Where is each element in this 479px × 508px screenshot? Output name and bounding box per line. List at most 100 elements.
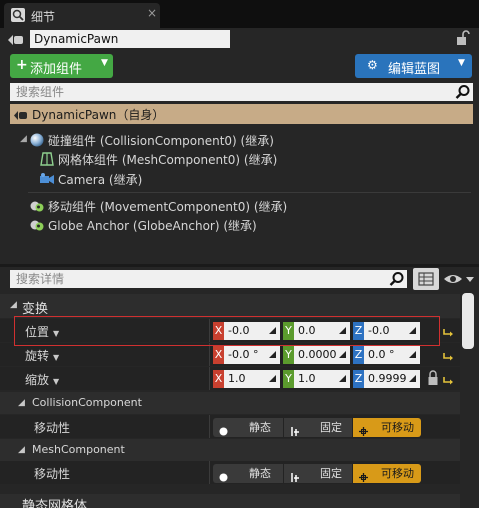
scale-label[interactable]: 缩放 ▼ <box>25 371 59 388</box>
tab-details[interactable]: 细节 × <box>4 3 160 28</box>
category-static-mesh[interactable]: 静态网格体 <box>0 494 460 508</box>
tree-root-label: DynamicPawn（自身） <box>32 108 165 122</box>
spin-icon <box>409 351 416 358</box>
column-divider[interactable] <box>209 415 210 438</box>
lock-icon[interactable] <box>456 30 470 46</box>
actor-name-input[interactable]: DynamicPawn <box>30 30 230 48</box>
axis-y-label: Y <box>283 346 294 364</box>
actor-name-row: DynamicPawn <box>0 28 479 50</box>
category-label: CollisionComponent <box>32 396 142 409</box>
axis-y-label: Y <box>283 370 294 388</box>
mobility-static-label: 静态 <box>249 421 271 434</box>
mobility-movable-label: 可移动 <box>381 467 414 480</box>
spin-icon <box>409 327 416 334</box>
rotation-x-field[interactable]: X -0.0 ° <box>213 346 283 364</box>
scale-y-field[interactable]: Y 1.0 <box>283 370 353 388</box>
search-components-placeholder: 搜索组件 <box>16 85 65 99</box>
edit-blueprint-label: 编辑蓝图 <box>388 62 441 77</box>
view-options-button[interactable] <box>442 269 476 289</box>
spin-icon <box>339 327 346 334</box>
axis-z-label: Z <box>353 346 364 364</box>
category-label: MeshComponent <box>32 443 125 456</box>
axis-z-label: Z <box>353 322 364 340</box>
chevron-down-icon: ▼ <box>458 58 465 68</box>
add-component-button[interactable]: + 添加组件 ▼ <box>10 54 113 78</box>
scale-x-field[interactable]: X 1.0 <box>213 370 283 388</box>
spin-icon <box>339 375 346 382</box>
category-label: 变换 <box>22 302 49 317</box>
rotation-label[interactable]: 旋转 ▼ <box>25 347 59 364</box>
property-list: ◢ 变换 位置 ▼ X -0.0 Y 0.0 Z -0.0 旋转 ▼ X -0.… <box>0 291 460 508</box>
mobility-movable-button[interactable]: 可移动 <box>353 418 421 437</box>
rotation-z-field[interactable]: Z 0.0 ° <box>353 346 423 364</box>
movement-icon <box>30 218 44 232</box>
rotation-y-field[interactable]: Y 0.0000 <box>283 346 353 364</box>
tree-item-label: Globe Anchor (GlobeAnchor) (继承) <box>48 219 257 233</box>
panel-splitter[interactable] <box>0 264 479 267</box>
spin-icon <box>339 351 346 358</box>
details-panel: DynamicPawn + 添加组件 ▼ ⚙ 编辑蓝图 ▼ 搜索组件 Dynam… <box>0 28 479 508</box>
mesh-icon <box>40 152 54 166</box>
property-matrix-button[interactable] <box>413 268 439 290</box>
movement-icon <box>30 199 44 213</box>
property-scale: 缩放 ▼ X 1.0 Y 1.0 Z 0.9999 <box>0 367 460 390</box>
chevron-down-icon: ▼ <box>53 329 60 338</box>
search-details-input[interactable]: 搜索详情 <box>10 270 407 288</box>
expand-arrow-icon[interactable]: ◢ <box>20 134 27 144</box>
scale-z-field[interactable]: Z 0.9999 <box>353 370 423 388</box>
mobility-stationary-label: 固定 <box>320 467 342 480</box>
location-x-field[interactable]: X -0.0 <box>213 322 283 340</box>
search-icon <box>389 271 405 287</box>
column-divider[interactable] <box>209 461 210 484</box>
axis-x-label: X <box>213 322 224 340</box>
axis-y-label: Y <box>283 322 294 340</box>
pawn-icon <box>14 109 28 120</box>
column-divider[interactable] <box>209 343 210 366</box>
location-z-field[interactable]: Z -0.0 <box>353 322 423 340</box>
column-divider[interactable] <box>209 319 210 342</box>
category-transform[interactable]: ◢ 变换 <box>0 294 460 318</box>
property-location: 位置 ▼ X -0.0 Y 0.0 Z -0.0 <box>0 319 460 342</box>
stationary-icon <box>290 423 299 436</box>
lock-icon[interactable] <box>428 370 438 386</box>
mobility-movable-button[interactable]: 可移动 <box>353 464 421 483</box>
search-icon <box>455 84 471 100</box>
spin-icon <box>409 375 416 382</box>
reset-icon[interactable] <box>443 350 453 361</box>
details-scrollbar[interactable] <box>462 293 474 349</box>
property-mobility: 移动性 静态 固定 可移动 <box>0 461 460 484</box>
chevron-down-icon: ▼ <box>101 58 108 68</box>
collapse-arrow-icon: ◢ <box>18 445 25 455</box>
close-icon[interactable]: × <box>147 6 157 20</box>
mobility-stationary-button[interactable]: 固定 <box>284 464 352 483</box>
collapse-arrow-icon: ◢ <box>18 398 25 408</box>
location-label[interactable]: 位置 ▼ <box>25 323 59 340</box>
tab-title: 细节 <box>31 10 56 24</box>
reset-icon[interactable] <box>443 374 453 385</box>
mobility-stationary-button[interactable]: 固定 <box>284 418 352 437</box>
gear-icon: ⚙ <box>367 58 378 72</box>
axis-z-label: Z <box>353 370 364 388</box>
mobility-static-button[interactable]: 静态 <box>213 464 283 483</box>
mobility-static-button[interactable]: 静态 <box>213 418 283 437</box>
collapse-arrow-icon: ◢ <box>10 300 17 310</box>
location-y-field[interactable]: Y 0.0 <box>283 322 353 340</box>
column-divider[interactable] <box>209 367 210 390</box>
property-mobility: 移动性 静态 固定 可移动 <box>0 415 460 438</box>
details-icon <box>11 8 25 22</box>
search-components-input[interactable]: 搜索组件 <box>10 83 473 101</box>
mobility-static-label: 静态 <box>249 467 271 480</box>
tree-root-item[interactable]: DynamicPawn（自身） <box>10 104 473 124</box>
spin-icon <box>269 375 276 382</box>
category-collision-component[interactable]: ◢ CollisionComponent <box>0 392 460 414</box>
pawn-icon <box>8 34 24 45</box>
category-mesh-component[interactable]: ◢ MeshComponent <box>0 439 460 461</box>
edit-blueprint-button[interactable]: ⚙ 编辑蓝图 ▼ <box>355 54 472 78</box>
mobility-movable-label: 可移动 <box>381 421 414 434</box>
stationary-icon <box>290 469 299 482</box>
reset-icon[interactable] <box>443 326 453 337</box>
spin-icon <box>269 327 276 334</box>
move-icon <box>359 469 368 482</box>
mobility-label: 移动性 <box>34 467 71 481</box>
search-details-placeholder: 搜索详情 <box>16 272 65 286</box>
